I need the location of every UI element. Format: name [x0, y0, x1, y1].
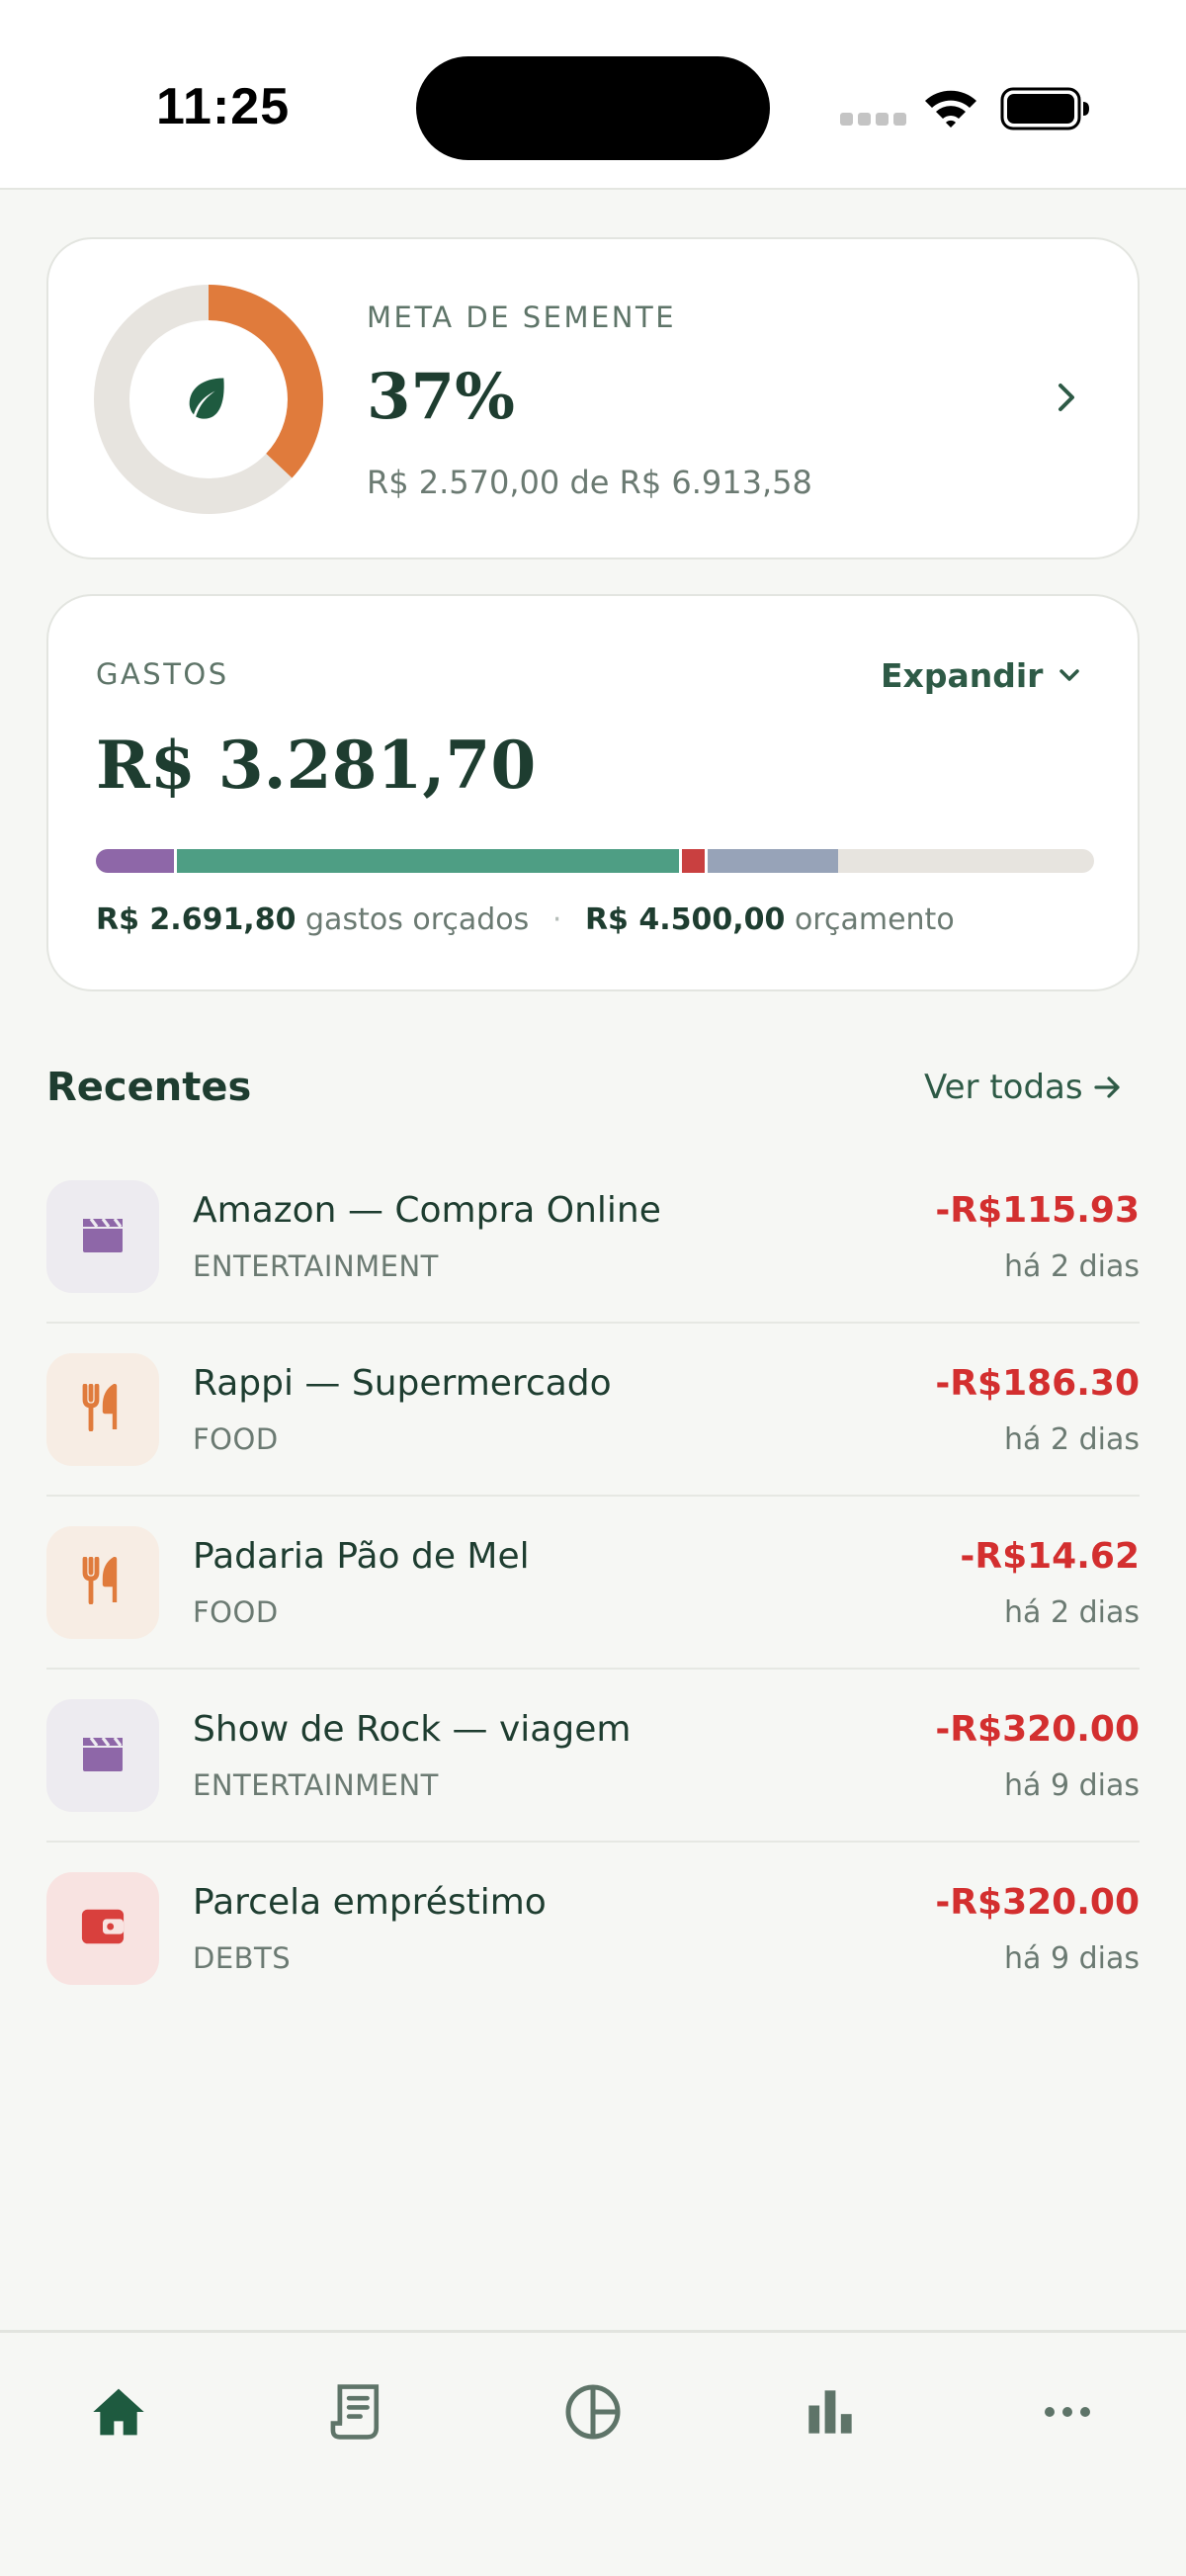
- budget-amount: R$ 4.500,00: [584, 902, 786, 937]
- transaction-amount: -R$320.00: [935, 1882, 1140, 1923]
- expand-button[interactable]: Expandir: [881, 653, 1082, 697]
- tab-transactions[interactable]: [296, 2372, 415, 2451]
- budget-progress-bar: [96, 849, 1094, 873]
- spending-label: GASTOS: [96, 657, 229, 691]
- fork-knife-icon: [81, 1556, 125, 1608]
- transaction-row[interactable]: Rappi — Supermercado FOOD -R$186.30 há 2 di…: [46, 1324, 1140, 1497]
- category-badge: [46, 1526, 159, 1639]
- transaction-date: há 2 dias: [1004, 1249, 1140, 1284]
- transaction-amount: -R$320.00: [935, 1709, 1140, 1750]
- transaction-date: há 9 dias: [1004, 1941, 1140, 1976]
- budget-bar-segment: [681, 849, 705, 873]
- budgeted-amount: R$ 2.691,80: [96, 902, 296, 937]
- transaction-row[interactable]: Show de Rock — viagem ENTERTAINMENT -R$320…: [46, 1670, 1140, 1843]
- transaction-date: há 9 dias: [1004, 1768, 1140, 1803]
- goal-amount: R$ 2.570,00 de R$ 6.913,58: [367, 464, 812, 501]
- dynamic-island: [416, 56, 770, 160]
- battery-icon: [1000, 87, 1089, 130]
- transaction-date: há 2 dias: [1004, 1595, 1140, 1630]
- transaction-row[interactable]: Amazon — Compra Online ENTERTAINMENT -R$11…: [46, 1151, 1140, 1324]
- wifi-icon: [925, 90, 976, 128]
- budget-bar-segment: [96, 849, 174, 873]
- arrow-right-icon: [1093, 1076, 1120, 1098]
- budget-text: orçamento: [794, 902, 955, 937]
- spending-total: R$ 3.281,70: [96, 727, 537, 804]
- transaction-name: Show de Rock — viagem: [193, 1709, 632, 1750]
- transaction-category: ENTERTAINMENT: [193, 1249, 439, 1283]
- tab-budget[interactable]: [534, 2372, 652, 2451]
- tab-reports[interactable]: [771, 2372, 890, 2451]
- transaction-amount: -R$14.62: [960, 1536, 1140, 1577]
- wallet-icon: [80, 1907, 126, 1950]
- transaction-date: há 2 dias: [1004, 1422, 1140, 1457]
- transaction-category: DEBTS: [193, 1941, 292, 1975]
- more-icon: [1045, 2407, 1090, 2417]
- transaction-category: ENTERTAINMENT: [193, 1768, 439, 1802]
- category-badge: [46, 1180, 159, 1293]
- signal-icon: [840, 113, 906, 126]
- pie-chart-icon: [565, 2384, 621, 2440]
- chevron-down-icon: [1059, 669, 1080, 681]
- expand-label: Expandir: [881, 655, 1044, 695]
- tab-bar: [0, 2330, 1186, 2576]
- status-bar: 11:25: [0, 0, 1186, 190]
- separator-dot: ·: [551, 902, 562, 937]
- see-all-link[interactable]: Ver todas: [924, 1068, 1123, 1107]
- leaf-icon: [189, 378, 224, 419]
- see-all-label: Ver todas: [924, 1068, 1083, 1107]
- transaction-name: Rappi — Supermercado: [193, 1363, 612, 1404]
- spending-summary: R$ 2.691,80 gastos orçados · R$ 4.500,00…: [96, 902, 955, 937]
- transaction-list: Amazon — Compra Online ENTERTAINMENT -R$11…: [46, 1151, 1140, 2016]
- tab-home[interactable]: [59, 2372, 178, 2451]
- chevron-right-icon[interactable]: [1053, 378, 1080, 417]
- status-time: 11:25: [156, 78, 291, 135]
- recents-title: Recentes: [46, 1065, 252, 1110]
- clapperboard-icon: [79, 1734, 127, 1777]
- transaction-category: FOOD: [193, 1595, 279, 1629]
- spending-card: GASTOS Expandir R$ 3.281,70 R$ 2.691,80 …: [46, 594, 1140, 991]
- seed-goal-card[interactable]: META DE SEMENTE 37% R$ 2.570,00 de R$ 6.…: [46, 237, 1140, 559]
- clapperboard-icon: [79, 1215, 127, 1258]
- transaction-row[interactable]: Parcela empréstimo DEBTS -R$320.00 há 9 dia…: [46, 1843, 1140, 2016]
- transaction-amount: -R$186.30: [935, 1363, 1140, 1404]
- budgeted-text: gastos orçados: [305, 902, 530, 937]
- goal-percent: 37%: [367, 360, 515, 434]
- category-badge: [46, 1872, 159, 1985]
- transaction-row[interactable]: Padaria Pão de Mel FOOD -R$14.62 há 2 dias: [46, 1497, 1140, 1670]
- transaction-category: FOOD: [193, 1422, 279, 1456]
- transaction-name: Amazon — Compra Online: [193, 1190, 661, 1231]
- fork-knife-icon: [81, 1383, 125, 1435]
- transaction-name: Parcela empréstimo: [193, 1882, 547, 1923]
- transaction-amount: -R$115.93: [935, 1190, 1140, 1231]
- budget-bar-segment: [176, 849, 679, 873]
- home-icon: [93, 2388, 144, 2436]
- goal-label: META DE SEMENTE: [367, 301, 677, 334]
- bar-chart-icon: [808, 2390, 852, 2434]
- tab-more[interactable]: [1008, 2372, 1127, 2451]
- category-badge: [46, 1353, 159, 1466]
- transaction-name: Padaria Pão de Mel: [193, 1536, 530, 1577]
- category-badge: [46, 1699, 159, 1812]
- budget-bar-segment: [708, 849, 839, 873]
- receipt-icon: [330, 2384, 380, 2440]
